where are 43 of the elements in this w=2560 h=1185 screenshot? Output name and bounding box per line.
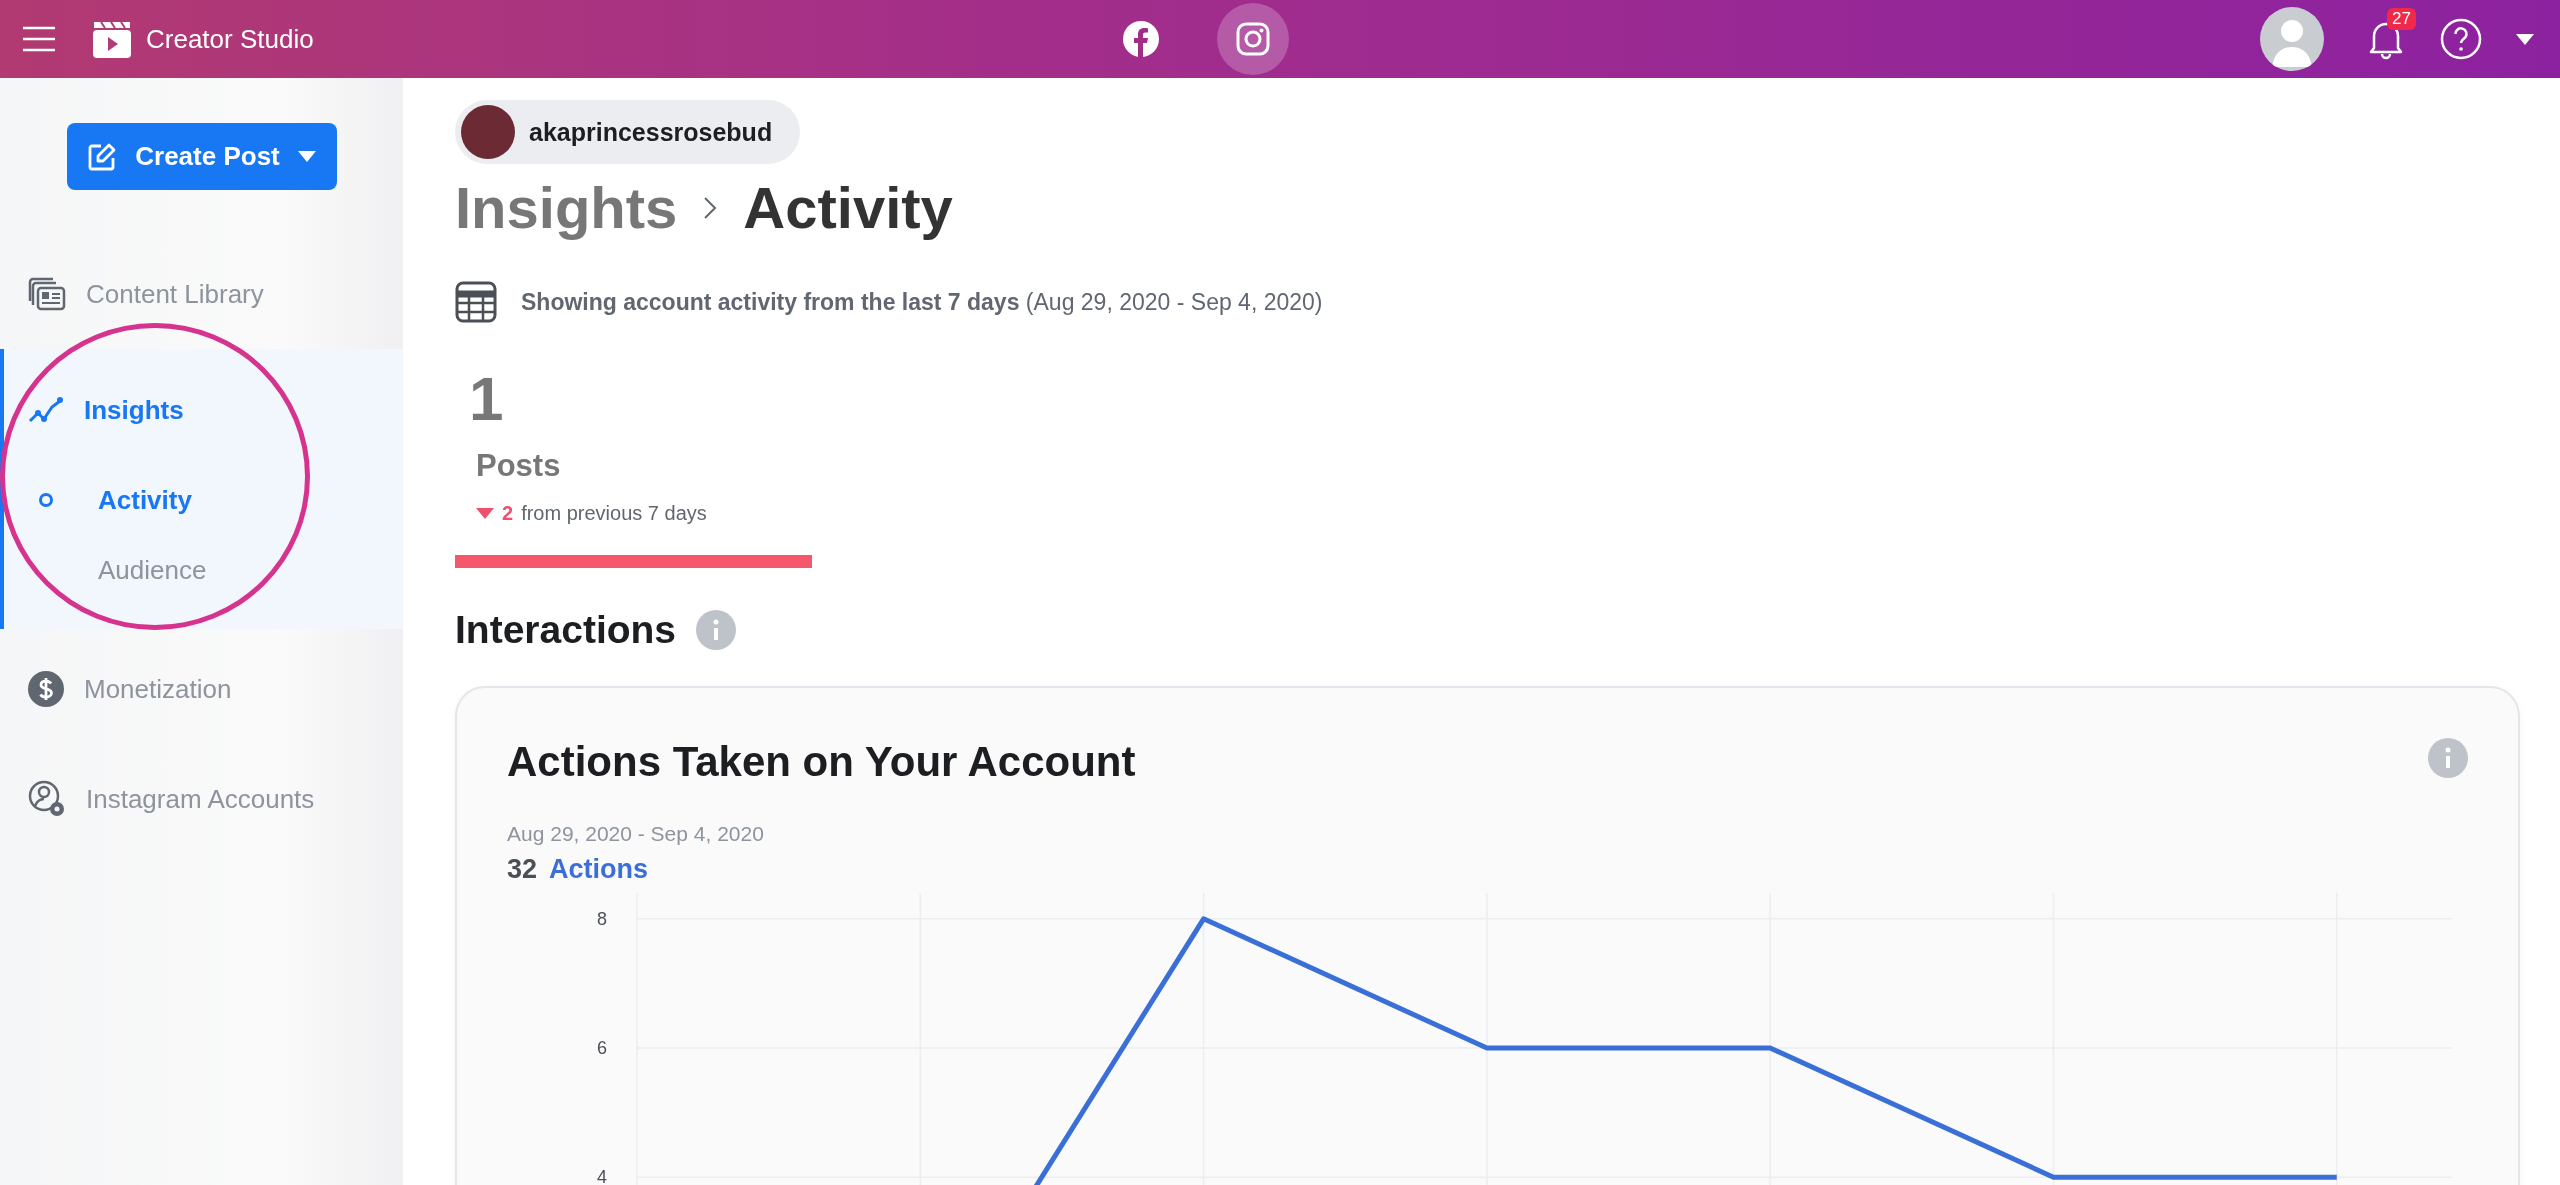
chevron-right-icon <box>703 195 718 220</box>
date-range-note: Showing account activity from the last 7 days (Aug 29, 2020 - Sep 4, 2020) <box>521 288 1323 316</box>
nav-subitem[interactable]: Activity <box>4 465 403 535</box>
active-dot-icon <box>38 492 54 508</box>
nav-item[interactable]: Content Library <box>0 239 403 349</box>
total-label: Actions <box>549 854 649 885</box>
y-tick-label: 8 <box>597 908 607 929</box>
user-gear-icon <box>28 780 66 818</box>
edit-icon <box>87 141 118 172</box>
notification-count-badge: 27 <box>2387 8 2416 30</box>
y-tick-label: 4 <box>597 1167 607 1185</box>
stat-label: Posts <box>475 448 561 484</box>
down-caret-icon <box>476 508 494 519</box>
section-title: Interactions <box>455 608 677 652</box>
nav-subitem[interactable]: Audience <box>4 535 403 605</box>
y-tick-label: 6 <box>597 1038 607 1059</box>
trend-line-icon <box>28 395 64 425</box>
change-value: 2 <box>502 502 514 525</box>
dollar-icon <box>28 671 64 707</box>
profile-photo-placeholder <box>461 105 515 159</box>
breadcrumb-link[interactable]: Insights <box>455 174 678 241</box>
create-post-button[interactable]: Create Post <box>66 123 337 190</box>
change-caption: from previous 7 days <box>521 502 707 525</box>
calendar-icon <box>455 281 497 323</box>
library-icon <box>28 277 66 311</box>
nav-item[interactable]: Instagram Accounts <box>0 744 403 854</box>
stat-tile[interactable]: 1 Posts 2 from previous 7 days <box>455 363 812 568</box>
card-title: Actions Taken on Your Account <box>507 738 1136 786</box>
nav-item[interactable]: Monetization <box>0 634 403 744</box>
page-title: Activity <box>743 174 953 241</box>
account-chip[interactable]: akaprincessrosebud <box>455 100 801 164</box>
app-name: Creator Studio <box>146 23 314 55</box>
caret-icon[interactable] <box>2516 33 2534 45</box>
nav-item[interactable]: Insights <box>4 355 403 465</box>
instagram-icon <box>1236 22 1270 56</box>
total-count: 32 <box>507 854 538 885</box>
help-icon[interactable] <box>2440 18 2482 60</box>
menu-icon[interactable] <box>22 26 56 52</box>
caret-icon <box>297 151 316 162</box>
clapperboard-icon <box>92 19 132 59</box>
facebook-icon <box>1123 21 1159 57</box>
stat-value: 1 <box>468 363 504 434</box>
chart-date-range: Aug 29, 2020 - Sep 4, 2020 <box>507 822 765 846</box>
